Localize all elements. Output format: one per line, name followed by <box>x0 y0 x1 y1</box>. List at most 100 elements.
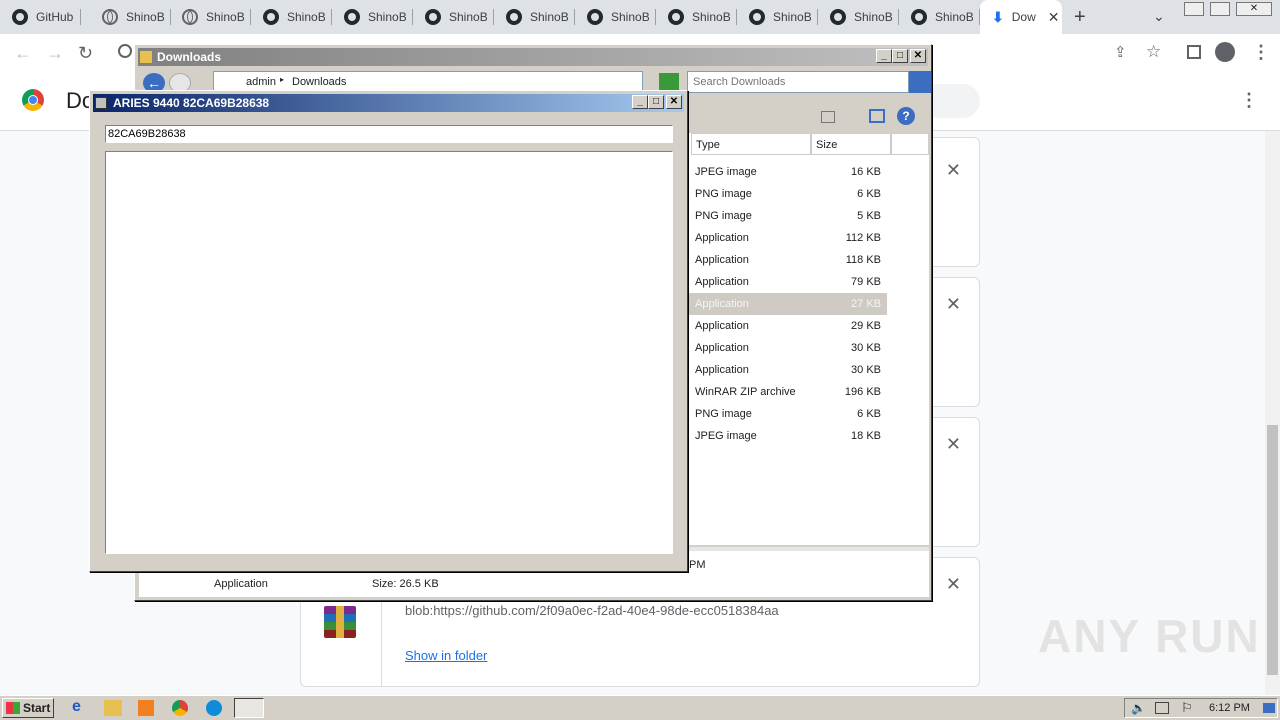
close-browser-button[interactable]: ✕ <box>1236 2 1272 16</box>
file-row[interactable]: JPEG image 16 KB <box>689 161 887 183</box>
file-size: 27 KB <box>851 298 881 310</box>
details-modified: PM <box>689 559 706 571</box>
search-icon[interactable] <box>909 71 931 93</box>
file-type: PNG image <box>695 210 752 222</box>
column-type[interactable]: Type <box>691 133 811 155</box>
minimize-button[interactable]: _ <box>876 49 892 63</box>
reload-icon[interactable]: ↻ <box>78 44 93 62</box>
side-panel-icon[interactable] <box>1187 45 1201 59</box>
views-icon[interactable] <box>821 111 835 123</box>
file-row[interactable]: JPEG image 18 KB <box>689 425 887 447</box>
maximize-button[interactable]: □ <box>648 95 664 109</box>
tab-7[interactable]: ShinoBO <box>575 0 656 34</box>
tab-1[interactable]: ShinoBO <box>90 0 171 34</box>
windows-logo-icon <box>6 702 20 714</box>
tab-search-icon[interactable]: ⌄ <box>1153 8 1165 25</box>
downloads-menu-icon[interactable]: ⋮ <box>1240 90 1258 111</box>
new-tab-button[interactable]: + <box>1074 6 1086 29</box>
share-icon[interactable]: ⇪ <box>1114 44 1127 62</box>
file-size: 6 KB <box>857 408 881 420</box>
file-type: PNG image <box>695 188 752 200</box>
file-size: 29 KB <box>851 320 881 332</box>
remove-icon[interactable]: ✕ <box>946 160 961 181</box>
maximize-button[interactable]: □ <box>892 49 908 63</box>
file-type: Application <box>695 320 749 332</box>
file-row[interactable]: WinRAR ZIP archive 196 KB <box>689 381 887 403</box>
file-row[interactable]: PNG image 6 KB <box>689 403 887 425</box>
file-row[interactable]: Application 112 KB <box>689 227 887 249</box>
tab-11[interactable]: ShinoBO <box>899 0 980 34</box>
refresh-icon[interactable] <box>659 73 679 91</box>
breadcrumb-admin[interactable]: admin <box>246 76 276 88</box>
search-input[interactable] <box>687 71 909 93</box>
tab-6[interactable]: ShinoBO <box>494 0 575 34</box>
tab-label: ShinoBO <box>206 10 244 24</box>
site-info-icon[interactable] <box>118 44 132 58</box>
file-size: 5 KB <box>857 210 881 222</box>
chrome-taskbar-icon[interactable] <box>172 700 188 716</box>
github-icon <box>344 9 360 25</box>
tab-label: ShinoBO <box>449 10 487 24</box>
browser-menu-icon[interactable]: ⋮ <box>1252 43 1270 61</box>
file-size: 112 KB <box>845 232 881 244</box>
github-icon <box>263 9 279 25</box>
remove-icon[interactable]: ✕ <box>946 574 961 595</box>
minimize-button[interactable]: _ <box>632 95 648 109</box>
remove-icon[interactable]: ✕ <box>946 294 961 315</box>
tab-9[interactable]: ShinoBO <box>737 0 818 34</box>
winrar-archive-icon <box>324 606 356 638</box>
breadcrumb-downloads[interactable]: Downloads <box>292 76 346 88</box>
tab-4[interactable]: ShinoBO <box>332 0 413 34</box>
id-input[interactable] <box>105 125 673 143</box>
start-button[interactable]: Start <box>2 698 54 718</box>
tab-downloads[interactable]: ⬇ Dow ✕ <box>980 0 1062 34</box>
profile-avatar-icon[interactable] <box>1215 42 1235 62</box>
file-row[interactable]: Application 30 KB <box>689 359 887 381</box>
help-icon[interactable]: ? <box>897 107 915 125</box>
file-row[interactable]: Application 27 KB <box>689 293 887 315</box>
media-player-icon[interactable] <box>138 700 154 716</box>
explorer-taskbar-icon[interactable] <box>104 700 122 716</box>
preview-pane-icon[interactable] <box>869 109 885 123</box>
file-row[interactable]: Application 29 KB <box>689 315 887 337</box>
scrollbar-thumb[interactable] <box>1267 425 1278 675</box>
forward-icon[interactable]: → <box>46 44 64 62</box>
bookmark-star-icon[interactable]: ☆ <box>1146 43 1161 61</box>
globe-icon <box>102 9 118 25</box>
back-icon[interactable]: ← <box>14 44 32 62</box>
edge-taskbar-icon[interactable] <box>206 700 222 716</box>
show-desktop-icon[interactable] <box>1263 703 1275 713</box>
chrome-logo-icon <box>22 89 44 111</box>
close-button[interactable]: ✕ <box>910 49 926 63</box>
file-row[interactable]: PNG image 6 KB <box>689 183 887 205</box>
close-button[interactable]: ✕ <box>666 95 682 109</box>
show-in-folder-link[interactable]: Show in folder <box>405 648 487 663</box>
tab-label: ShinoBO <box>854 10 892 24</box>
tab-5[interactable]: ShinoBO <box>413 0 494 34</box>
aries-taskbar-button[interactable] <box>234 698 264 718</box>
output-textarea[interactable] <box>105 151 673 554</box>
close-tab-icon[interactable]: ✕ <box>1048 9 1060 26</box>
file-row[interactable]: Application 118 KB <box>689 249 887 271</box>
network-icon[interactable] <box>1155 702 1169 714</box>
download-icon: ⬇ <box>992 8 1004 25</box>
tab-8[interactable]: ShinoBO <box>656 0 737 34</box>
volume-icon[interactable]: 🔈 <box>1131 701 1146 715</box>
tab-0[interactable]: GitHub - <box>0 0 81 34</box>
tab-3[interactable]: ShinoBO <box>251 0 332 34</box>
file-row[interactable]: PNG image 5 KB <box>689 205 887 227</box>
minimize-browser-button[interactable] <box>1184 2 1204 16</box>
remove-icon[interactable]: ✕ <box>946 434 961 455</box>
file-row[interactable]: Application 30 KB <box>689 337 887 359</box>
ie-icon[interactable]: e <box>72 698 90 718</box>
aries-titlebar: ARIES 9440 82CA69B28638 _ □ ✕ <box>93 94 684 112</box>
page-scrollbar[interactable] <box>1265 131 1280 695</box>
restore-browser-button[interactable] <box>1210 2 1230 16</box>
file-size: 30 KB <box>851 342 881 354</box>
tab-2[interactable]: ShinoBO <box>170 0 251 34</box>
explorer-titlebar: Downloads _ □ ✕ <box>138 48 928 66</box>
file-row[interactable]: Application 79 KB <box>689 271 887 293</box>
tab-10[interactable]: ShinoBO <box>818 0 899 34</box>
column-size[interactable]: Size <box>811 133 891 155</box>
flag-icon[interactable]: ⚐ <box>1181 700 1193 716</box>
